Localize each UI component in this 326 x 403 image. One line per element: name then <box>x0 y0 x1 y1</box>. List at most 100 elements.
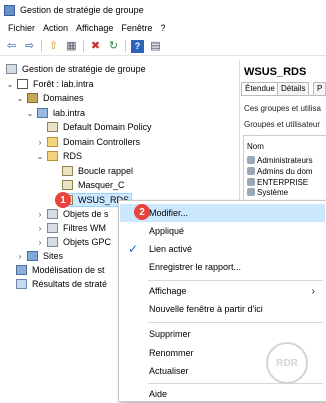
tab-details[interactable]: Détails <box>277 82 310 95</box>
menu-item-modifier[interactable]: Modifier... <box>120 204 325 222</box>
tree-label: Modélisation de st <box>32 265 105 275</box>
tree-item-gpo-objects[interactable]: › Objets de s <box>36 208 109 220</box>
expand-chevron-icon[interactable]: › <box>36 138 44 147</box>
toolbar-separator <box>83 40 84 52</box>
tree-label: Résultats de straté <box>32 279 108 289</box>
group-icon <box>247 188 255 196</box>
menu-action[interactable]: Action <box>43 23 68 33</box>
tree-label: Masquer_C <box>78 180 125 190</box>
tab-partial[interactable]: P <box>313 82 326 95</box>
starter-gpo-icon <box>47 237 58 247</box>
scope-description: Ces groupes et utilisa <box>244 104 321 113</box>
gpmc-app-icon <box>4 4 15 16</box>
tree-label: lab.intra <box>53 108 86 118</box>
step-1-badge: 1 <box>55 192 71 208</box>
menu-help[interactable]: ? <box>160 23 165 33</box>
collapse-chevron-icon[interactable]: ⌄ <box>36 152 44 161</box>
tree-label: Gestion de stratégie de groupe <box>22 64 146 74</box>
menu-item-affichage[interactable]: Affichage › <box>120 282 325 300</box>
collapse-chevron-icon[interactable]: ⌄ <box>26 109 34 118</box>
menu-fenetre[interactable]: Fenêtre <box>121 23 152 33</box>
window-title: Gestion de stratégie de groupe <box>20 5 144 15</box>
forest-icon <box>17 79 28 89</box>
forward-arrow-icon[interactable]: ⇨ <box>23 40 36 53</box>
menu-separator <box>148 383 323 384</box>
list-item[interactable]: Administrateurs <box>247 155 313 165</box>
collapse-chevron-icon[interactable]: ⌄ <box>16 94 24 103</box>
group-icon <box>247 167 255 175</box>
tree-label: Forêt : lab.intra <box>33 79 94 89</box>
menu-item-applique[interactable]: Appliqué <box>120 222 325 240</box>
domains-icon <box>27 93 38 103</box>
tree-label: Sites <box>43 251 64 261</box>
checkmark-icon: ✓ <box>128 242 139 256</box>
list-item[interactable]: Système <box>247 187 288 197</box>
tree-label: Boucle rappel <box>78 166 134 176</box>
title-bar: Gestion de stratégie de groupe <box>0 0 326 20</box>
tree-item-forest[interactable]: ⌄ Forêt : lab.intra <box>6 78 94 90</box>
tree-item-rds[interactable]: ⌄ RDS <box>36 150 82 162</box>
tree-label: Domaines <box>43 93 84 103</box>
list-header-nom[interactable]: Nom <box>247 141 264 151</box>
delete-icon[interactable]: ✖ <box>89 40 102 53</box>
step-2-badge: 2 <box>134 204 150 220</box>
menu-separator <box>148 280 323 281</box>
menu-item-supprimer[interactable]: Supprimer <box>120 325 325 343</box>
tree-label: Domain Controllers <box>63 137 141 147</box>
ou-icon <box>47 151 58 161</box>
folder-up-icon[interactable]: ⇧ <box>47 40 60 53</box>
tree-label: Objets GPC <box>63 237 112 247</box>
group-icon <box>247 156 255 164</box>
properties-icon[interactable]: ▤ <box>149 40 162 53</box>
list-item[interactable]: Admins du dom <box>247 166 313 176</box>
tree-item-resultats[interactable]: Résultats de straté <box>16 278 107 290</box>
tree-item-starter-gpos[interactable]: › Objets GPC <box>36 236 111 248</box>
menu-item-lien-active[interactable]: ✓ Lien activé <box>120 240 325 258</box>
tree-item-domains[interactable]: ⌄ Domaines <box>16 92 84 104</box>
menu-item-enregistrer-rapport[interactable]: Enregistrer le rapport... <box>120 258 325 276</box>
gpo-link-icon <box>62 180 73 190</box>
toolbar-separator <box>41 40 42 52</box>
menu-item-nouvelle-fenetre[interactable]: Nouvelle fenêtre à partir d'ici <box>120 300 325 318</box>
gpo-link-icon <box>47 122 58 132</box>
menu-separator <box>148 322 323 323</box>
console-tree-icon[interactable]: ▦ <box>65 40 78 53</box>
gpmc-icon <box>6 64 17 74</box>
list-item[interactable]: ENTERPRISE <box>247 177 308 187</box>
tree-label: Objets de s <box>63 209 109 219</box>
help-icon[interactable]: ? <box>131 39 144 53</box>
gpo-link-icon <box>62 166 73 176</box>
tree-label: Default Domain Policy <box>63 122 152 132</box>
wmi-filter-icon <box>47 223 58 233</box>
tree-label: RDS <box>63 151 83 161</box>
back-arrow-icon[interactable]: ⇦ <box>5 40 18 53</box>
tree-item-modelisation[interactable]: Modélisation de st <box>16 264 105 276</box>
tree-item-boucle-rappel[interactable]: Boucle rappel <box>62 165 133 177</box>
results-icon <box>16 279 27 289</box>
refresh-icon[interactable]: ↻ <box>107 40 120 53</box>
expand-chevron-icon[interactable]: › <box>36 210 44 219</box>
expand-chevron-icon[interactable]: › <box>36 238 44 247</box>
menu-affichage[interactable]: Affichage <box>76 23 113 33</box>
gpo-folder-icon <box>47 209 58 219</box>
expand-chevron-icon[interactable]: › <box>36 224 44 233</box>
expand-chevron-icon[interactable]: › <box>16 252 24 261</box>
collapse-chevron-icon[interactable]: ⌄ <box>6 80 14 89</box>
menu-fichier[interactable]: Fichier <box>8 23 35 33</box>
submenu-arrow-icon: › <box>311 285 315 297</box>
tab-etendue[interactable]: Étendue <box>241 82 279 95</box>
details-tabs: Étendue Détails P <box>241 81 326 96</box>
tree-item-domain-lab-intra[interactable]: ⌄ lab.intra <box>26 107 85 119</box>
menu-item-aide[interactable]: Aide <box>120 385 325 403</box>
tree-item-domain-controllers[interactable]: › Domain Controllers <box>36 136 140 148</box>
tree-item-gpmc-root[interactable]: Gestion de stratégie de groupe <box>6 63 146 75</box>
watermark-logo: RDR <box>266 342 308 384</box>
menu-bar: Fichier Action Affichage Fenêtre ? <box>0 20 326 35</box>
domain-icon <box>37 108 48 118</box>
tree-item-masquer-c[interactable]: Masquer_C <box>62 179 125 191</box>
group-icon <box>247 178 255 186</box>
tree-item-default-domain-policy[interactable]: Default Domain Policy <box>47 121 152 133</box>
tree-item-sites[interactable]: › Sites <box>16 250 63 262</box>
tree-item-wmi-filters[interactable]: › Filtres WM <box>36 222 106 234</box>
ou-icon <box>47 137 58 147</box>
